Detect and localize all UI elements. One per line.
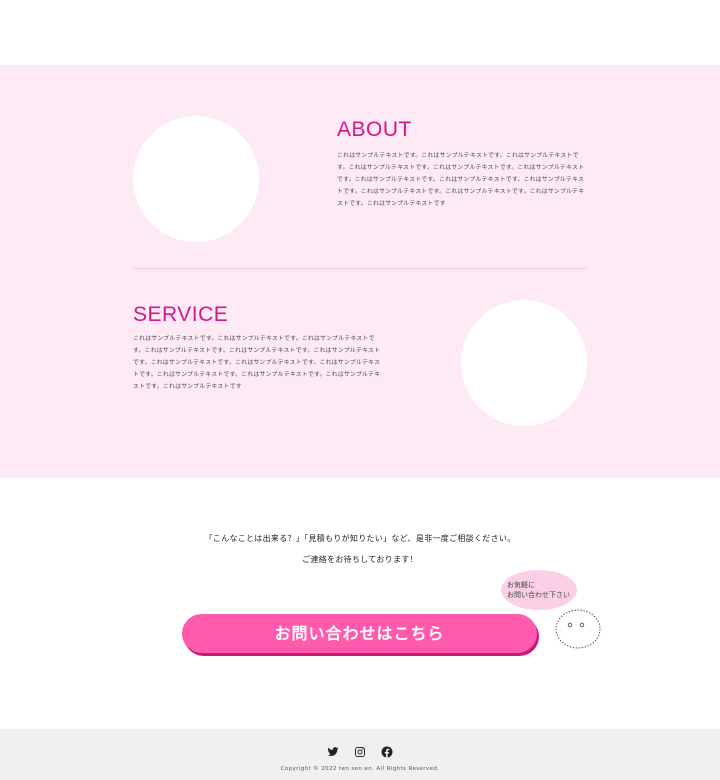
footer: Copyright © 2022 ten sen en. All Rights … [0, 729, 720, 780]
cta-submessage: ご連絡をお待ちしております！ [302, 555, 418, 564]
copyright-text: Copyright © 2022 ten sen en. All Rights … [280, 766, 440, 772]
bubble-line-1: お気軽に [507, 581, 535, 589]
service-image-placeholder [461, 300, 587, 426]
service-title: SERVICE [133, 303, 229, 326]
speech-bubble: お気軽に お問い合わせ下さい [501, 570, 577, 610]
about-service-section: ABOUT これはサンプルテキストです。これはサンプルテキストです。これはサンプ… [0, 65, 720, 478]
about-text: これはサンプルテキストです。これはサンプルテキストです。これはサンプルテキストで… [337, 153, 585, 207]
about-image-placeholder [133, 116, 259, 242]
bubble-line-2: お問い合わせ下さい [507, 591, 570, 599]
page: ABOUT これはサンプルテキストです。これはサンプルテキストです。これはサンプ… [0, 0, 720, 780]
about-title: ABOUT [337, 118, 412, 141]
section-divider [133, 268, 587, 269]
instagram-icon[interactable] [354, 746, 366, 758]
cta-message: 「こんなことは出来る？」「見積もりが知りたい」など、是非一度ご相談ください。 [204, 534, 516, 543]
mascot-icon [555, 609, 601, 649]
service-text: これはサンプルテキストです。これはサンプルテキストです。これはサンプルテキストで… [133, 336, 381, 390]
twitter-icon[interactable] [327, 746, 339, 758]
contact-button[interactable]: お問い合わせはこちら [182, 614, 537, 653]
speech-bubble-tail [540, 603, 552, 611]
facebook-icon[interactable] [381, 746, 393, 758]
